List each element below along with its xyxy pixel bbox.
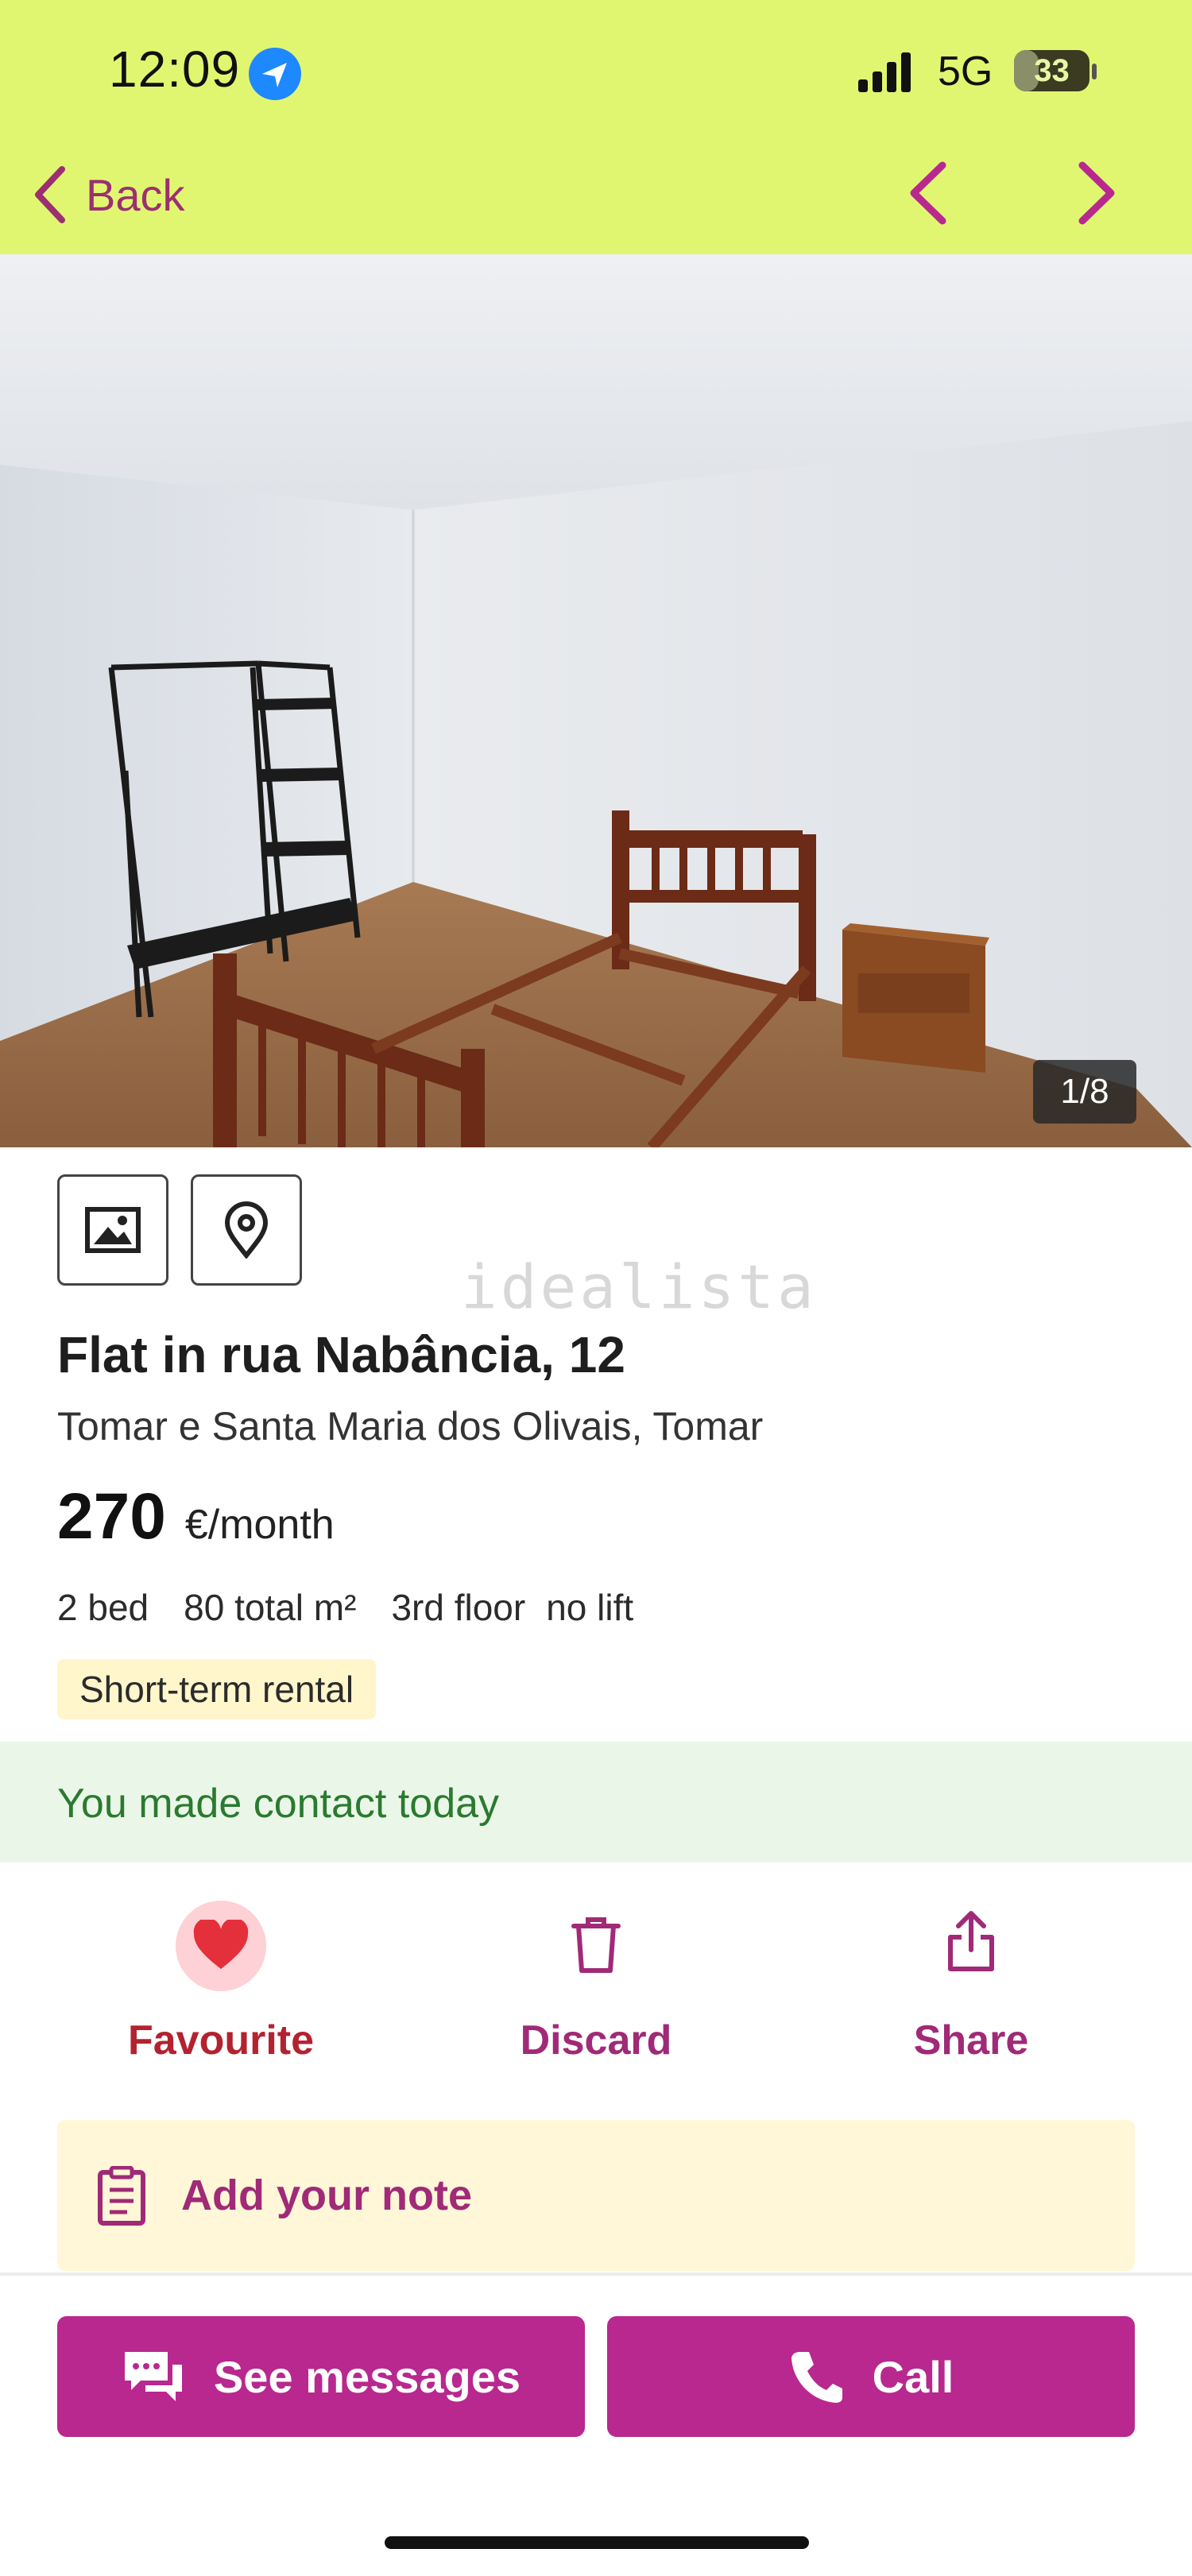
price-unit: €/month [184, 1502, 335, 1548]
contact-notice-text: You made contact today [57, 1781, 500, 1827]
share-icon [948, 1911, 994, 1971]
map-pin-icon [224, 1201, 269, 1259]
call-button[interactable]: Call [607, 2316, 1135, 2437]
listing-location: Tomar e Santa Maria dos Olivais, Tomar [57, 1404, 764, 1449]
photo-icon [85, 1207, 141, 1253]
listing-features: 2 bed 80 total m² 3rd floor no lift [57, 1586, 633, 1629]
previous-listing-button[interactable] [896, 159, 960, 227]
signal-icon [858, 52, 911, 92]
share-label: Share [913, 2017, 1029, 2064]
back-button[interactable]: Back [32, 159, 185, 230]
photos-button[interactable] [57, 1174, 168, 1286]
feature-lift: no lift [546, 1587, 634, 1628]
listing-price: 270 [57, 1480, 166, 1553]
add-note-button[interactable]: Add your note [57, 2120, 1135, 2271]
phone-icon [791, 2352, 842, 2403]
feature-area: 80 total m² [184, 1587, 357, 1628]
contact-notice-bar: You made contact today [0, 1742, 1192, 1862]
chat-icon [124, 2352, 182, 2401]
back-label: Back [86, 169, 185, 220]
rental-type-badge: Short-term rental [57, 1659, 377, 1719]
discard-label: Discard [520, 2017, 672, 2064]
home-indicator [385, 2536, 809, 2549]
see-messages-label: See messages [213, 2351, 521, 2402]
favourite-label: Favourite [127, 2017, 315, 2064]
watermark: idealista [461, 1251, 817, 1322]
heart-icon [193, 1920, 249, 1969]
app-header: 12:09 5G 33 Back [0, 0, 1192, 254]
share-button[interactable]: Share [844, 1891, 1098, 2082]
map-button[interactable] [191, 1174, 302, 1286]
call-label: Call [872, 2351, 954, 2402]
discard-button[interactable]: Discard [469, 1891, 723, 2082]
bottom-bar-divider [0, 2272, 1192, 2276]
feature-bedrooms: 2 bed [57, 1587, 149, 1628]
add-note-label: Add your note [181, 2172, 472, 2219]
battery-nub [1092, 64, 1097, 79]
listing-photo[interactable] [0, 254, 1192, 1147]
favourite-button[interactable]: Favourite [94, 1891, 348, 2082]
see-messages-button[interactable]: See messages [57, 2316, 585, 2437]
chevron-left-icon [35, 166, 65, 223]
status-time: 12:09 [109, 41, 241, 98]
feature-floor: 3rd floor [391, 1587, 526, 1628]
price-row: 270 €/month [57, 1479, 335, 1554]
battery-icon: 33 [1014, 50, 1089, 91]
network-type: 5G [938, 48, 993, 95]
listing-title: Flat in rua Nabância, 12 [57, 1326, 625, 1383]
room-photo-image [0, 254, 1192, 1147]
battery-percent: 33 [1034, 53, 1070, 88]
next-listing-button[interactable] [1065, 159, 1128, 227]
location-arrow-icon [249, 48, 301, 100]
note-icon [98, 2166, 145, 2226]
photo-counter: 1/8 [1033, 1060, 1136, 1124]
trash-icon [571, 1917, 621, 1973]
